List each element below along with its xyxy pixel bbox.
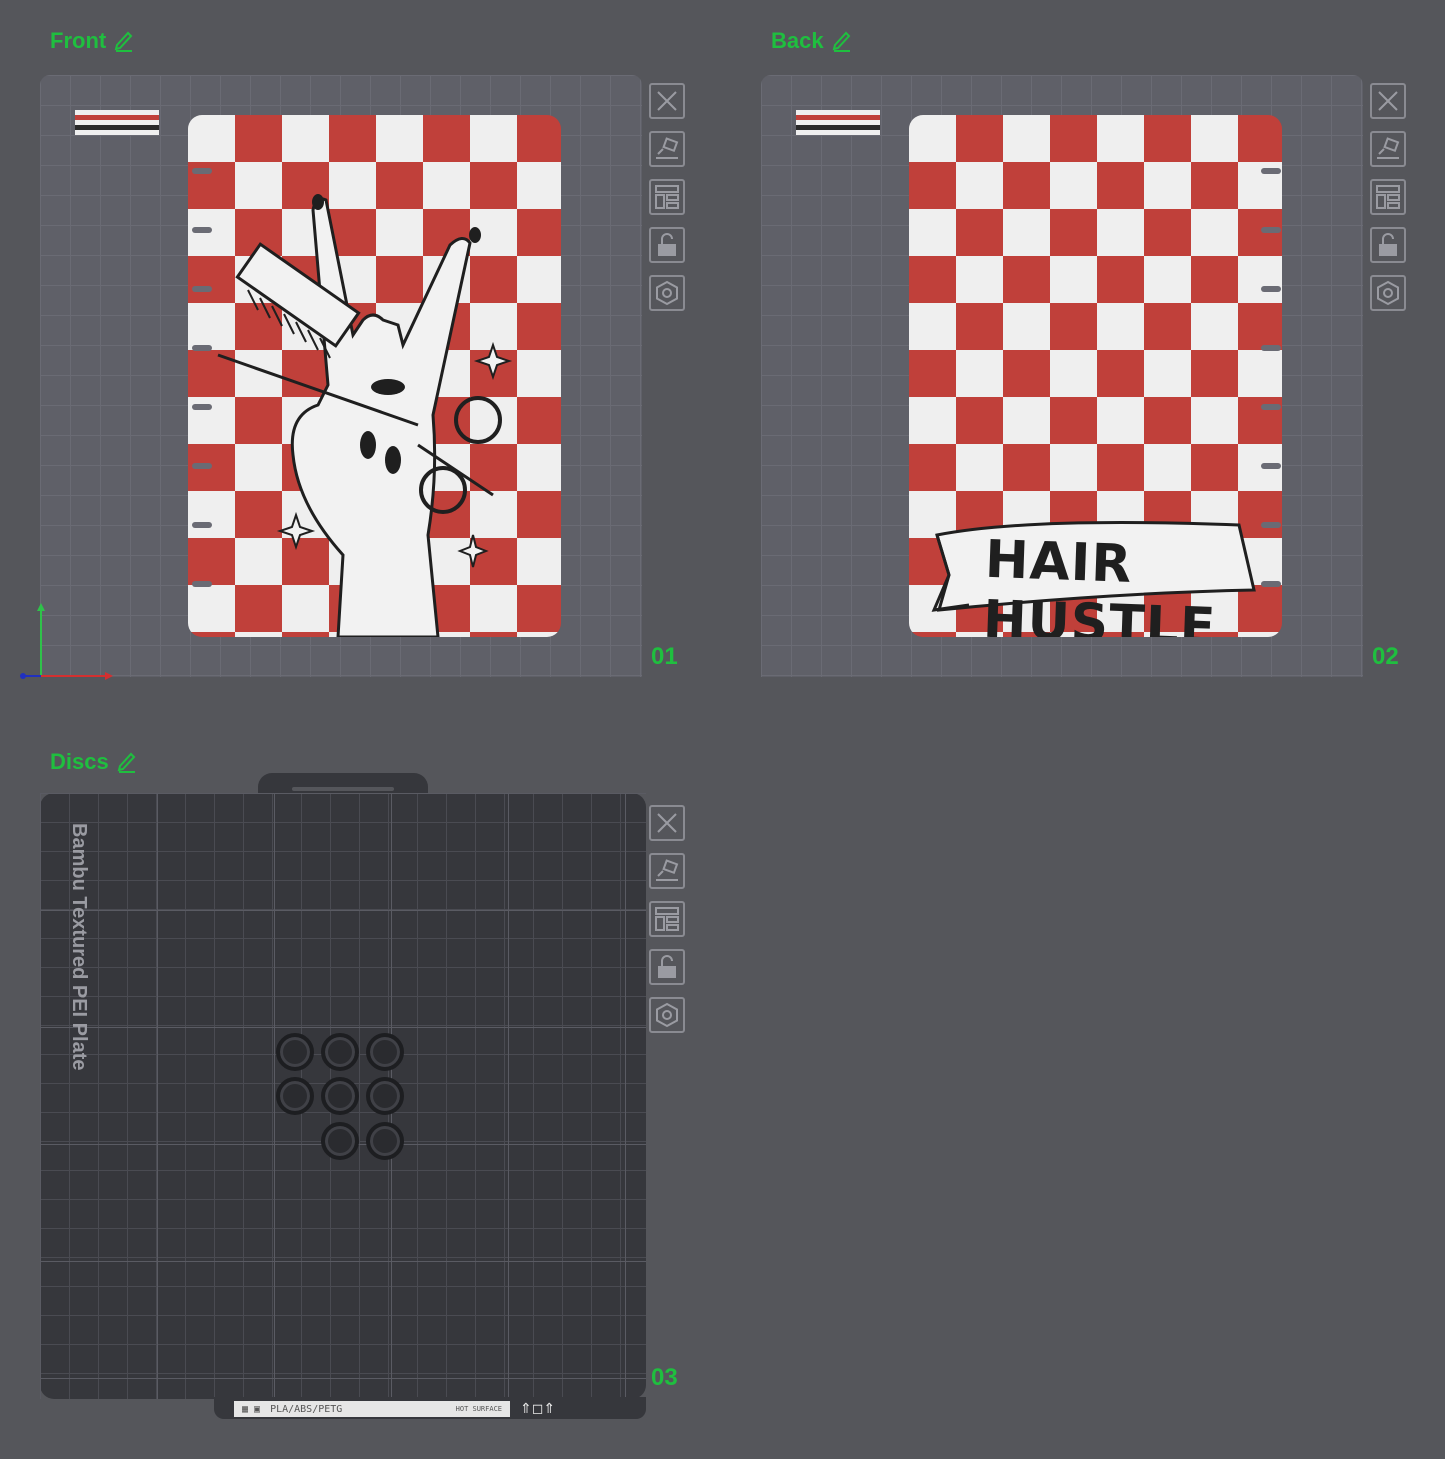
auto-orient-icon — [1377, 137, 1400, 159]
lock-button[interactable] — [649, 227, 685, 263]
arrange-button[interactable] — [649, 901, 685, 937]
plate-1-toolbar — [649, 83, 685, 311]
plate-type-label: Bambu Textured PEI Plate — [68, 823, 90, 1071]
binder-hook — [1261, 522, 1281, 528]
arrange-icon — [655, 907, 679, 931]
auto-orient-button[interactable] — [1370, 131, 1406, 167]
plate-3-toolbar — [649, 805, 685, 1033]
binder-hook — [192, 286, 212, 292]
plate-footer-label: ▦ ▣ PLA/ABS/PETG HOT SURFACE — [234, 1401, 510, 1417]
plate-2-title[interactable]: Back — [771, 28, 852, 54]
close-button[interactable] — [649, 83, 685, 119]
plate-1-name: Front — [50, 28, 107, 53]
lock-icon — [658, 955, 676, 978]
edit-icon[interactable] — [117, 751, 137, 773]
close-icon — [657, 91, 677, 111]
materials-label: PLA/ABS/PETG — [270, 1403, 343, 1415]
auto-orient-icon — [656, 137, 679, 159]
binder-hook — [1261, 168, 1281, 174]
build-plate-1[interactable] — [40, 75, 642, 677]
lock-button[interactable] — [649, 949, 685, 985]
disc-model[interactable] — [366, 1122, 404, 1160]
binder-hook — [192, 404, 212, 410]
plate-1-number: 01 — [651, 643, 678, 670]
settings-button[interactable] — [1370, 275, 1406, 311]
plate-2-name: Back — [771, 28, 824, 53]
disc-model[interactable] — [321, 1122, 359, 1160]
binder-hook — [192, 168, 212, 174]
plate-2-toolbar — [1370, 83, 1406, 311]
footer-symbols: ⇑◻⇑ — [520, 1400, 556, 1416]
plate-3-name: Discs — [50, 749, 109, 774]
close-button[interactable] — [1370, 83, 1406, 119]
binder-hook — [192, 522, 212, 528]
plate-2-number: 02 — [1372, 643, 1399, 670]
auto-orient-button[interactable] — [649, 853, 685, 889]
close-icon — [657, 813, 677, 833]
hot-surface-label: HOT SURFACE — [455, 1405, 502, 1413]
binder-hook — [1261, 404, 1281, 410]
lock-icon — [1379, 233, 1397, 256]
disc-model[interactable] — [276, 1077, 314, 1115]
front-cover-model[interactable] — [188, 115, 561, 637]
binder-hook — [192, 227, 212, 233]
binder-hook — [1261, 463, 1281, 469]
edit-icon[interactable] — [832, 30, 852, 52]
build-plate-3[interactable]: Bambu Textured PEI Plate — [40, 793, 646, 1399]
settings-icon — [656, 1002, 678, 1028]
arrange-button[interactable] — [1370, 179, 1406, 215]
arrange-icon — [655, 185, 679, 209]
settings-icon — [1377, 280, 1399, 306]
binder-hook — [1261, 227, 1281, 233]
rock-hand-illustration — [217, 194, 513, 637]
plate-3-title[interactable]: Discs — [50, 749, 137, 775]
plate-3-number: 03 — [651, 1364, 678, 1391]
disc-model[interactable] — [366, 1077, 404, 1115]
disc-model[interactable] — [366, 1033, 404, 1071]
build-plate-2[interactable]: HAIR HUSTLE — [761, 75, 1363, 677]
plate-1-title[interactable]: Front — [50, 28, 134, 54]
axis-gizmo — [20, 603, 113, 680]
settings-button[interactable] — [649, 997, 685, 1033]
disc-model[interactable] — [321, 1077, 359, 1115]
disc-model[interactable] — [276, 1033, 314, 1071]
color-swatch — [75, 110, 159, 140]
close-icon — [1378, 91, 1398, 111]
settings-button[interactable] — [649, 275, 685, 311]
lock-icon — [658, 233, 676, 256]
banner-text: HAIR HUSTLE — [981, 529, 1218, 637]
settings-icon — [656, 280, 678, 306]
binder-hook — [1261, 345, 1281, 351]
close-button[interactable] — [649, 805, 685, 841]
edit-icon[interactable] — [114, 30, 134, 52]
disc-model[interactable] — [321, 1033, 359, 1071]
binder-hook — [1261, 581, 1281, 587]
lock-button[interactable] — [1370, 227, 1406, 263]
binder-hook — [1261, 286, 1281, 292]
binder-hook — [192, 581, 212, 587]
back-cover-model[interactable]: HAIR HUSTLE — [909, 115, 1282, 637]
auto-orient-button[interactable] — [649, 131, 685, 167]
binder-hook — [192, 463, 212, 469]
binder-hook — [192, 345, 212, 351]
grid-icon: ▦ ▣ — [242, 1403, 261, 1415]
color-swatch — [796, 110, 880, 140]
auto-orient-icon — [656, 859, 679, 881]
arrange-icon — [1376, 185, 1400, 209]
arrange-button[interactable] — [649, 179, 685, 215]
